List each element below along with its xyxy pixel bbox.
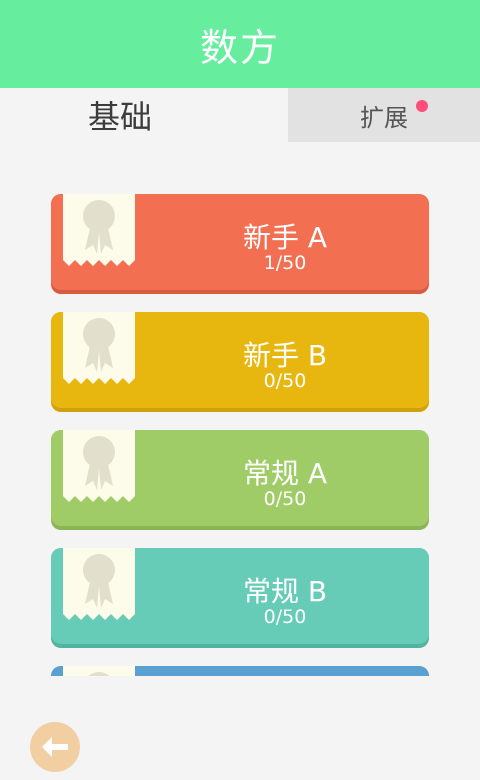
level-card-2[interactable]: 新手 B 0/50: [51, 312, 429, 412]
level-card-1[interactable]: 新手 A 1/50: [51, 194, 429, 294]
app-header: 数方: [0, 0, 480, 88]
level-progress: 0/50: [263, 488, 307, 510]
level-progress: 0/50: [263, 606, 307, 628]
tab-basic[interactable]: 基础: [0, 88, 240, 142]
tab-bar: 基础 扩展: [0, 88, 480, 142]
level-title: 新手 A: [242, 221, 328, 254]
app-title: 数方: [199, 25, 280, 70]
tab-basic-label: 基础: [87, 98, 152, 136]
ribbon-badge-icon: [63, 312, 135, 384]
notification-dot: [416, 100, 428, 112]
level-title: 常规 A: [242, 457, 328, 490]
tab-extension[interactable]: 扩展: [288, 88, 480, 142]
ribbon-badge-icon: [63, 430, 135, 502]
tab-extension-label: 扩展: [360, 103, 408, 132]
level-title: 常规 B: [242, 575, 328, 608]
ribbon-badge-icon: [63, 548, 135, 620]
level-title: 新手 B: [242, 339, 328, 372]
ribbon-badge-icon: [63, 666, 135, 676]
level-progress: 1/50: [263, 252, 307, 274]
level-card-4[interactable]: 常规 B 0/50: [51, 548, 429, 648]
back-button[interactable]: [30, 722, 80, 772]
level-card-3[interactable]: 常规 A 0/50: [51, 430, 429, 530]
level-progress: 0/50: [263, 370, 307, 392]
level-list: 新手 A 1/50 新手 B 0/50 常规 A 0/50 常规 B 0/50: [0, 190, 480, 676]
level-card-5[interactable]: [51, 666, 429, 676]
arrow-left-icon: [42, 737, 68, 757]
ribbon-badge-icon: [63, 194, 135, 266]
